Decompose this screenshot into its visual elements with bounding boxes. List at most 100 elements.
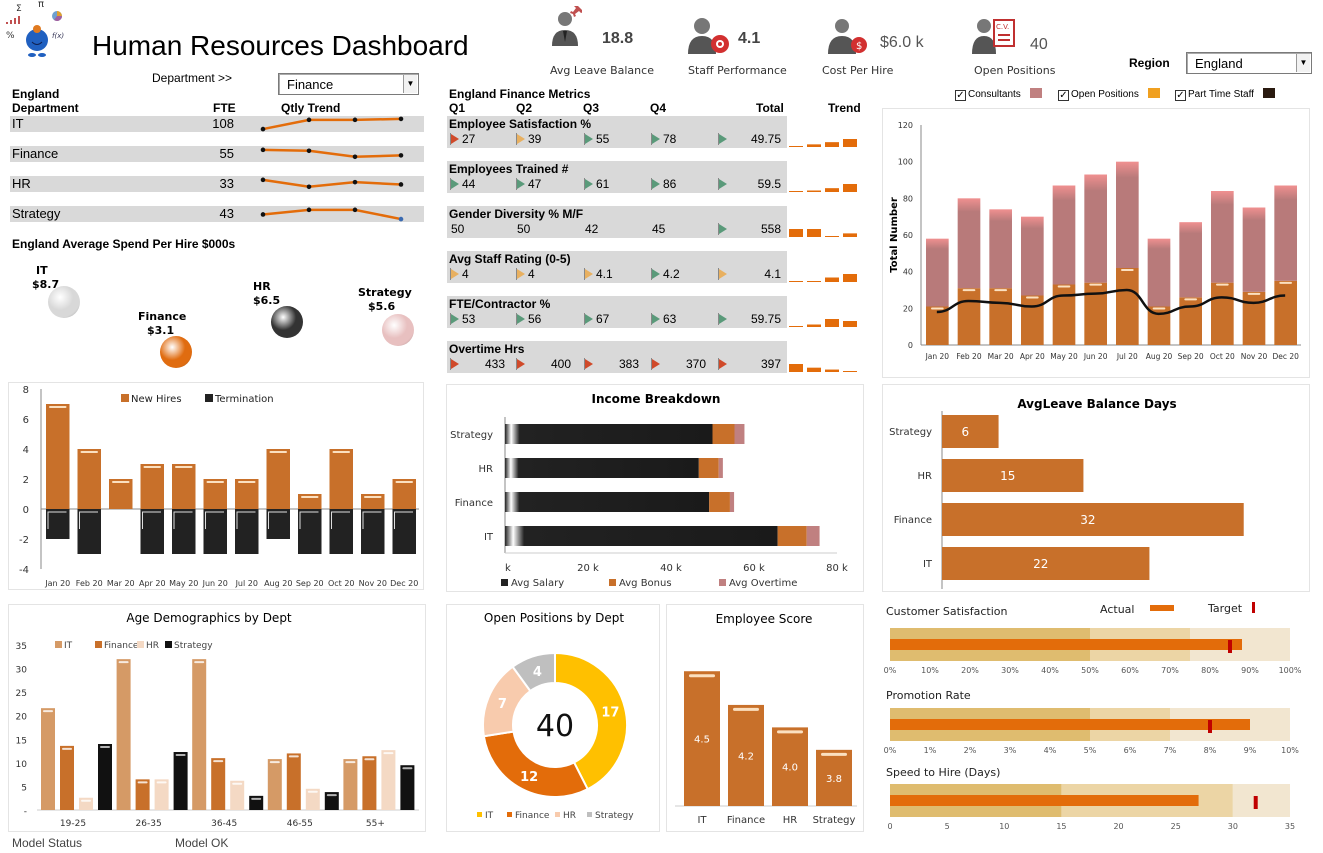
donut-slice-label: 12 xyxy=(520,770,538,785)
kpi-label: Cost Per Hire xyxy=(822,64,894,77)
bullet-actual-bar xyxy=(890,639,1242,650)
metric-row: FTE/Contractor % 53 56 67 63 59.75 xyxy=(447,296,787,328)
legend-swatch xyxy=(165,641,172,648)
y-tick-label: HR xyxy=(479,464,494,475)
x-tick-label: Sep 20 xyxy=(1178,352,1204,361)
bar-consultants xyxy=(1084,174,1107,283)
fte-col-trend: Qtly Trend xyxy=(281,101,341,115)
trend-bar xyxy=(825,236,839,237)
bar-consultants xyxy=(1021,216,1044,296)
department-dropdown[interactable]: Finance ▼ xyxy=(278,73,419,95)
bar-new-hires xyxy=(46,404,70,509)
metric-total: 558 xyxy=(760,222,781,236)
bar-value-label: 6 xyxy=(961,425,969,439)
chevron-down-icon[interactable]: ▼ xyxy=(1296,54,1310,72)
metric-value-text: 55 xyxy=(596,132,610,146)
metric-row: Employee Satisfaction % 27 39 55 78 49.75 xyxy=(447,116,787,148)
spend-sphere xyxy=(48,286,80,318)
legend-swatch xyxy=(137,641,144,648)
x-tick-label: IT xyxy=(697,815,707,826)
metric-trend xyxy=(789,229,857,237)
sparkline xyxy=(260,207,404,222)
bullet-actual-bar xyxy=(890,795,1199,806)
legend-check-consultants[interactable]: ✓ Consultants xyxy=(955,88,1042,101)
legend-check-open-positions[interactable]: ✓ Open Positions xyxy=(1058,88,1160,101)
bullet-target-marker xyxy=(1228,640,1232,653)
flag-icon xyxy=(450,133,459,145)
leave-icon xyxy=(548,6,584,51)
checkbox[interactable]: ✓ xyxy=(955,90,966,101)
bar-highlight xyxy=(43,710,53,713)
metric-row: Employees Trained #44 47 61 86 59.5 xyxy=(447,161,787,193)
sparkline-line xyxy=(262,148,402,159)
bullet-tick-label: 20% xyxy=(961,666,979,675)
bar-highlight xyxy=(1057,285,1071,288)
bar-consultants xyxy=(989,209,1012,289)
bar-termination xyxy=(203,509,227,554)
y-tick-label: 8 xyxy=(23,385,29,396)
bar-highlight xyxy=(332,451,350,453)
flag-icon xyxy=(718,133,727,145)
svg-text:Σ: Σ xyxy=(16,4,22,14)
bar-leave xyxy=(942,415,999,448)
fte-dept: Strategy xyxy=(12,206,61,221)
region-dropdown[interactable]: England ▼ xyxy=(1186,52,1312,74)
trend-bar xyxy=(825,369,839,372)
x-tick-label: May 20 xyxy=(1050,352,1078,361)
sparkline-marker xyxy=(306,184,312,190)
trend-bar xyxy=(807,367,821,372)
spend-sphere xyxy=(160,336,192,368)
legend-check-part-time-staff[interactable]: ✓ Part Time Staff xyxy=(1175,88,1275,101)
legend-label: Termination xyxy=(214,394,274,405)
bar-highlight xyxy=(143,466,161,468)
legend-check-label: Open Positions xyxy=(1071,89,1139,100)
bar-new-hires xyxy=(77,449,101,509)
metric-trend xyxy=(789,184,857,192)
donut-slice-label: 4 xyxy=(533,665,542,680)
metrics-header: Q1 xyxy=(449,101,466,115)
flag-icon xyxy=(718,268,727,280)
bar-finance xyxy=(60,745,74,810)
legend-swatch-new-hires xyxy=(121,394,129,402)
bar-highlight xyxy=(962,289,976,292)
checkbox[interactable]: ✓ xyxy=(1058,90,1069,101)
metric-value: 53 xyxy=(450,312,476,326)
metrics-header: Q4 xyxy=(650,101,667,115)
sparkline-marker xyxy=(306,117,312,123)
bar-it xyxy=(116,659,131,810)
chevron-down-icon[interactable]: ▼ xyxy=(403,75,417,93)
performance-icon xyxy=(688,14,730,59)
bullet-tick-label: 10% xyxy=(921,666,939,675)
spend-sphere xyxy=(382,314,414,346)
bar-highlight xyxy=(402,767,413,770)
metric-trend xyxy=(789,364,857,372)
trend-bar xyxy=(789,191,803,192)
x-tick-label: Aug 20 xyxy=(1146,352,1173,361)
svg-text:f(x): f(x) xyxy=(52,32,64,40)
y-axis-title: Total Number xyxy=(889,197,900,273)
legend-label-actual: Actual xyxy=(1100,603,1134,616)
metric-value: 56 xyxy=(516,312,541,326)
metric-label: Overtime Hrs xyxy=(449,342,525,356)
flag-icon xyxy=(718,358,727,370)
metric-trend xyxy=(789,139,857,147)
x-tick-label: Aug 20 xyxy=(264,579,292,588)
x-tick-label: 40 k xyxy=(660,563,682,574)
bar-new-hires xyxy=(172,464,196,509)
spend-value: $3.1 xyxy=(147,324,175,337)
checkbox[interactable]: ✓ xyxy=(1175,90,1186,101)
model-status-value: Model OK xyxy=(175,836,229,850)
metric-value-text: 4.2 xyxy=(663,267,680,281)
bar-consultants xyxy=(957,198,981,289)
kpi-label: Avg Leave Balance xyxy=(550,64,654,77)
legend-swatch xyxy=(587,812,592,817)
bar-highlight xyxy=(238,481,256,483)
legend-swatch xyxy=(55,641,62,648)
flag-icon xyxy=(651,268,660,280)
metric-total-flag xyxy=(718,312,730,326)
metric-total: 59.5 xyxy=(757,177,781,191)
trend-bar xyxy=(807,324,821,327)
metric-value-text: 53 xyxy=(462,312,476,326)
bar-highlight xyxy=(49,406,67,408)
sparkline-marker xyxy=(398,216,404,222)
